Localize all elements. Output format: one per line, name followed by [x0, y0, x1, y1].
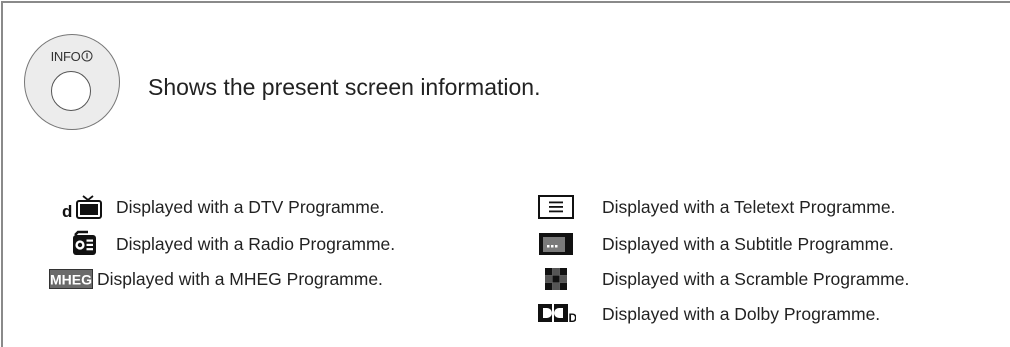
- radio-description: Displayed with a Radio Programme.: [116, 233, 396, 254]
- info-circle-icon: [81, 50, 93, 62]
- list-item-scramble: Displayed with a Scramble Programme.: [530, 262, 909, 296]
- radio-icon: [58, 229, 110, 259]
- list-item-mheg: MHEG Displayed with a MHEG Programme.: [49, 262, 383, 296]
- scramble-description: Displayed with a Scramble Programme.: [602, 268, 910, 289]
- info-button[interactable]: INFO: [24, 34, 120, 130]
- list-item-radio: Displayed with a Radio Programme.: [58, 227, 395, 261]
- list-item-teletext: Displayed with a Teletext Programme.: [530, 190, 895, 224]
- list-item-dtv: d Displayed with a DTV Programme.: [58, 190, 384, 224]
- scramble-icon: [530, 264, 582, 294]
- mheg-description: Displayed with a MHEG Programme.: [97, 268, 383, 289]
- teletext-description: Displayed with a Teletext Programme.: [602, 196, 896, 217]
- dtv-icon: d: [58, 192, 110, 222]
- subtitle-description: Displayed with a Subtitle Programme.: [602, 233, 894, 254]
- list-item-subtitle: Displayed with a Subtitle Programme.: [530, 227, 894, 261]
- svg-text:D: D: [569, 311, 577, 325]
- dtv-description: Displayed with a DTV Programme.: [116, 196, 385, 217]
- mheg-icon: MHEG: [49, 264, 93, 294]
- svg-text:d: d: [62, 202, 72, 221]
- dolby-description: Displayed with a Dolby Programme.: [602, 303, 881, 324]
- svg-text:MHEG: MHEG: [50, 272, 92, 288]
- teletext-icon: [530, 192, 582, 222]
- intro-text: Shows the present screen information.: [148, 74, 541, 100]
- info-button-label: INFO: [50, 49, 81, 64]
- dolby-icon: D: [530, 299, 582, 329]
- list-item-dolby: D Displayed with a Dolby Programme.: [530, 297, 880, 331]
- subtitle-icon: [530, 229, 582, 259]
- info-button-knob: [51, 71, 91, 111]
